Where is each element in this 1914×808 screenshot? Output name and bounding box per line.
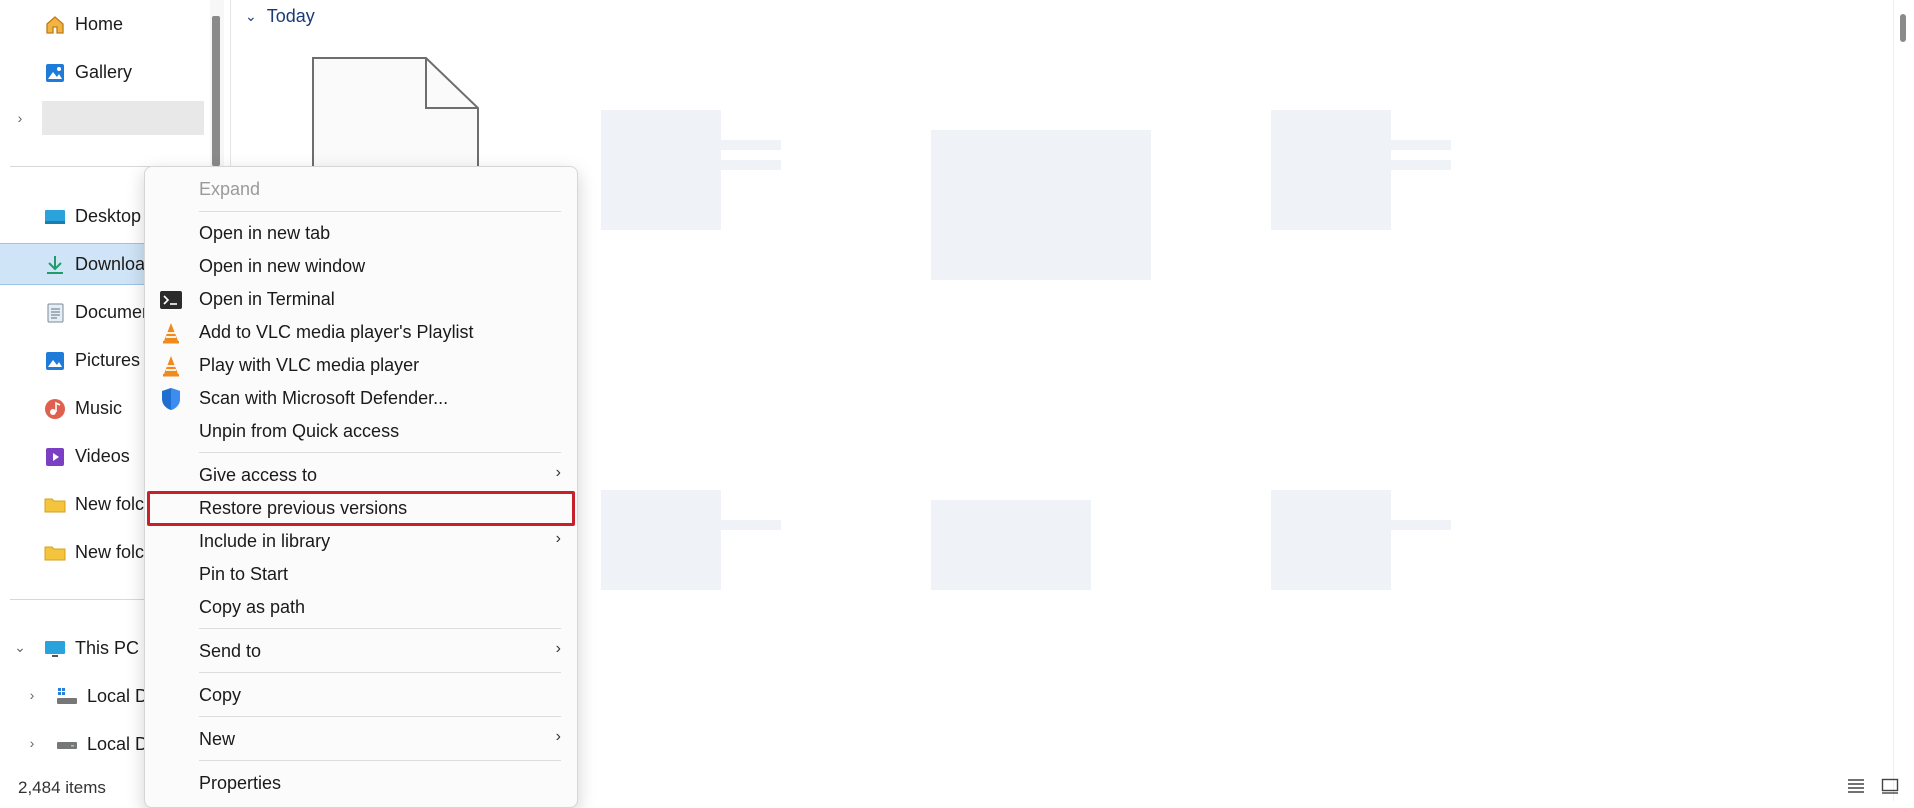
music-icon (44, 398, 66, 420)
nav-item-label: Downloa (75, 254, 146, 274)
word-document-icon (601, 490, 781, 590)
monitor-icon (44, 638, 66, 660)
details-view-icon[interactable] (1846, 776, 1866, 796)
content-scrollbar[interactable] (1893, 0, 1894, 801)
document-icon (44, 302, 66, 324)
nav-scrollbar-thumb[interactable] (212, 16, 220, 166)
nav-item-label: Pictures (75, 350, 141, 370)
windows-drive-icon (56, 686, 78, 708)
menu-item-label: Scan with Microsoft Defender... (199, 388, 449, 408)
chevron-down-icon: ⌄ (245, 8, 257, 24)
menu-item-pin-to-start[interactable]: Pin to Start (145, 558, 577, 591)
menu-item-label: Open in new window (199, 256, 366, 276)
word-document-icon (1271, 110, 1451, 230)
nav-item-label: Local D (87, 734, 149, 754)
menu-item-label: Add to VLC media player's Playlist (199, 322, 474, 342)
menu-item-label: Play with VLC media player (199, 355, 420, 375)
menu-separator (199, 211, 561, 212)
nav-item-label: New folc (75, 494, 145, 514)
home-icon (44, 14, 66, 36)
folder-icon (44, 494, 66, 516)
desktop-icon (44, 206, 66, 228)
menu-item-open-terminal[interactable]: Open in Terminal (145, 283, 577, 316)
nav-item-label: Local D (87, 686, 149, 706)
defender-shield-icon (159, 387, 183, 411)
menu-item-label: Properties (199, 773, 282, 793)
menu-item-label: Open in new tab (199, 223, 331, 243)
menu-item-label: Pin to Start (199, 564, 289, 584)
menu-item-send-to[interactable]: Send to › (145, 635, 577, 668)
menu-item-label: Restore previous versions (199, 498, 408, 518)
large-icons-view-icon[interactable] (1880, 776, 1900, 796)
menu-item-properties[interactable]: Properties (145, 767, 577, 800)
menu-item-label: Send to (199, 641, 262, 661)
terminal-icon (159, 288, 183, 312)
menu-item-scan-defender[interactable]: Scan with Microsoft Defender... (145, 382, 577, 415)
menu-separator (199, 452, 561, 453)
menu-item-label: Give access to (199, 465, 318, 485)
nav-item-label: Music (75, 398, 123, 418)
nav-item-label: Videos (75, 446, 130, 466)
word-document-icon (601, 110, 781, 230)
menu-item-label: Include in library (199, 531, 331, 551)
gallery-icon (44, 62, 66, 84)
nav-item-gallery[interactable]: Gallery (0, 52, 205, 92)
pictures-icon (44, 350, 66, 372)
menu-item-label: Expand (199, 179, 261, 199)
menu-item-include-library[interactable]: Include in library › (145, 525, 577, 558)
menu-item-label: Copy as path (199, 597, 306, 617)
menu-separator (199, 672, 561, 673)
menu-item-give-access[interactable]: Give access to › (145, 459, 577, 492)
word-document-icon (1271, 490, 1451, 590)
menu-item-label: Copy (199, 685, 242, 705)
chevron-right-icon[interactable]: › (13, 110, 27, 126)
menu-item-label: New (199, 729, 236, 749)
menu-item-label: Open in Terminal (199, 289, 335, 309)
videos-icon (44, 446, 66, 468)
menu-item-vlc-play[interactable]: Play with VLC media player (145, 349, 577, 382)
status-item-count: 2,484 items (18, 778, 106, 797)
menu-separator (199, 716, 561, 717)
vlc-icon (159, 321, 183, 345)
chevron-right-icon: › (555, 530, 561, 547)
download-icon (44, 254, 66, 276)
nav-item-label: Gallery (75, 62, 133, 82)
group-header-today[interactable]: ⌄ Today (245, 6, 315, 27)
group-header-label: Today (266, 6, 315, 26)
menu-item-unpin-quick-access[interactable]: Unpin from Quick access (145, 415, 577, 448)
menu-item-vlc-playlist[interactable]: Add to VLC media player's Playlist (145, 316, 577, 349)
chevron-right-icon: › (555, 640, 561, 657)
menu-item-copy[interactable]: Copy (145, 679, 577, 712)
menu-item-new[interactable]: New › (145, 723, 577, 756)
folder-icon (44, 542, 66, 564)
menu-item-expand[interactable]: Expand (145, 173, 577, 206)
nav-item-label: Documer (75, 302, 149, 322)
vlc-icon (159, 354, 183, 378)
menu-separator (199, 760, 561, 761)
menu-item-open-new-window[interactable]: Open in new window (145, 250, 577, 283)
chevron-right-icon: › (555, 728, 561, 745)
content-scrollbar-thumb[interactable] (1900, 14, 1906, 42)
menu-item-open-new-tab[interactable]: Open in new tab (145, 217, 577, 250)
menu-item-copy-as-path[interactable]: Copy as path (145, 591, 577, 624)
nav-item-placeholder[interactable] (42, 101, 204, 135)
word-document-icon (931, 130, 1151, 280)
chevron-right-icon: › (555, 464, 561, 481)
context-menu: Expand Open in new tab Open in new windo… (144, 166, 578, 808)
menu-item-restore-previous-versions[interactable]: Restore previous versions (147, 491, 575, 526)
nav-item-home[interactable]: Home (0, 4, 205, 44)
menu-item-label: Unpin from Quick access (199, 421, 400, 441)
blank-file-icon[interactable] (311, 56, 481, 176)
drive-icon (56, 734, 78, 756)
nav-item-label: This PC (75, 638, 140, 658)
nav-item-label: Home (75, 14, 124, 34)
word-document-icon (931, 500, 1091, 590)
nav-item-label: New folc (75, 542, 145, 562)
nav-item-label: Desktop (75, 206, 142, 226)
menu-separator (199, 628, 561, 629)
